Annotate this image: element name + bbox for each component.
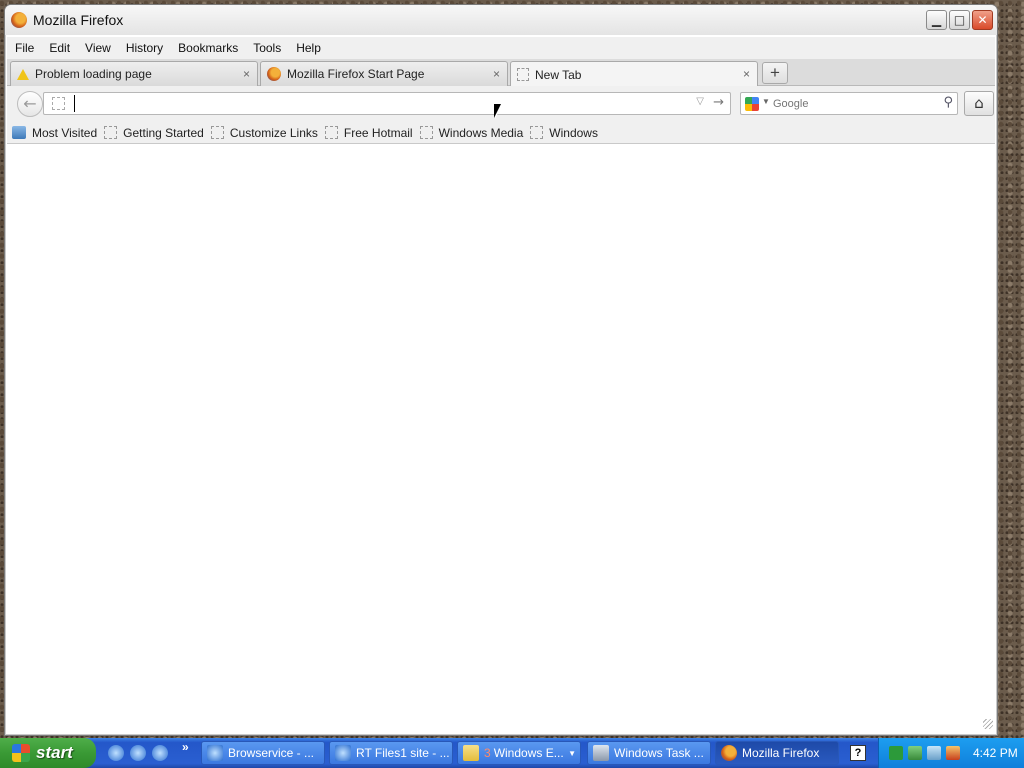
clock[interactable]: 4:42 PM [973, 746, 1018, 760]
minimize-button[interactable]: ▁ [926, 10, 947, 30]
search-input[interactable] [773, 96, 933, 112]
task-label: Mozilla Firefox [742, 746, 820, 760]
menu-bar: File Edit View History Bookmarks Tools H… [7, 37, 995, 59]
group-dropdown-icon: ▼ [568, 748, 576, 758]
phone-icon[interactable] [927, 746, 941, 760]
navigation-bar: ▽ → ← ▼ ⚲ ⌂ [7, 86, 995, 122]
taskbar-item-windows-explorer-group[interactable]: 3 Windows E... ▼ [457, 741, 581, 765]
close-window-button[interactable]: ✕ [972, 10, 993, 30]
bookmark-label: Free Hotmail [343, 125, 413, 140]
new-tab-button[interactable]: + [762, 62, 788, 84]
taskbar-item-browservice[interactable]: Browservice - ... [201, 741, 325, 765]
bookmark-label: Customize Links [229, 125, 318, 140]
bookmark-windows-media[interactable]: Windows Media [419, 125, 524, 140]
system-tray: 4:42 PM [878, 738, 1024, 768]
bookmark-label: Windows Media [438, 125, 524, 140]
url-history-dropdown-icon[interactable]: ▽ [696, 96, 704, 107]
tab-label: Mozilla Firefox Start Page [287, 67, 425, 81]
page-content[interactable] [7, 145, 995, 731]
mouse-cursor-icon [494, 104, 501, 118]
taskbar-item-firefox[interactable]: Mozilla Firefox [715, 741, 839, 765]
bookmark-most-visited[interactable]: Most Visited [12, 126, 97, 140]
tab-new-tab[interactable]: New Tab × [510, 61, 758, 87]
close-tab-icon[interactable]: × [243, 67, 250, 81]
menu-edit[interactable]: Edit [49, 41, 70, 55]
ie-icon [335, 745, 351, 761]
menu-history[interactable]: History [126, 41, 163, 55]
window-controls: ▁ □ ✕ [926, 10, 993, 30]
menu-help[interactable]: Help [296, 41, 321, 55]
menu-bookmarks[interactable]: Bookmarks [178, 41, 238, 55]
url-bar[interactable]: ▽ → [43, 92, 731, 115]
ie-icon [207, 745, 223, 761]
bookmark-label: Getting Started [123, 125, 204, 140]
media-player-icon[interactable] [152, 745, 168, 761]
windows-logo-icon [12, 744, 30, 762]
most-visited-icon [12, 126, 26, 139]
bookmark-customize-links[interactable]: Customize Links [210, 125, 318, 140]
google-icon[interactable] [745, 97, 759, 111]
firefox-window: Mozilla Firefox ▁ □ ✕ File Edit View His… [4, 4, 998, 736]
home-button[interactable]: ⌂ [964, 91, 994, 116]
url-input[interactable] [74, 95, 684, 112]
site-identity-icon[interactable] [52, 97, 65, 110]
bookmark-page-icon [104, 126, 118, 139]
close-tab-icon[interactable]: × [743, 67, 750, 81]
window-title: Mozilla Firefox [33, 12, 124, 28]
start-button[interactable]: start [0, 738, 96, 768]
firefox-icon [267, 67, 281, 81]
show-desktop-icon[interactable] [130, 745, 146, 761]
magnifier-icon[interactable]: ⚲ [943, 95, 953, 110]
resize-grip-icon[interactable] [983, 719, 993, 729]
tab-label: New Tab [535, 67, 582, 82]
bookmark-getting-started[interactable]: Getting Started [104, 126, 204, 140]
bookmark-label: Windows [549, 125, 598, 140]
bookmark-page-icon [530, 126, 544, 139]
close-tab-icon[interactable]: × [493, 67, 500, 81]
firefox-icon [11, 12, 27, 28]
search-bar[interactable]: ▼ ⚲ [740, 92, 958, 115]
security-alert-icon[interactable] [946, 746, 960, 760]
status-indicator-icon[interactable] [889, 746, 903, 760]
taskbar-item-task-manager[interactable]: Windows Task ... [587, 741, 711, 765]
bookmark-windows[interactable]: Windows [530, 126, 598, 140]
task-label: Windows Task ... [614, 746, 704, 760]
start-label: start [36, 743, 73, 762]
engine-dropdown-icon[interactable]: ▼ [762, 97, 770, 106]
taskbar-item-rt-files[interactable]: RT Files1 site - ... [329, 741, 453, 765]
maximize-button[interactable]: □ [949, 10, 970, 30]
bookmark-page-icon [210, 126, 224, 139]
quick-launch-overflow-icon[interactable]: » [182, 740, 189, 754]
task-label: RT Files1 site - ... [356, 746, 450, 760]
quick-launch [108, 745, 168, 761]
task-label: Browservice - ... [228, 746, 315, 760]
bookmarks-toolbar: Most Visited Getting Started Customize L… [7, 122, 995, 144]
tab-bar: Problem loading page × Mozilla Firefox S… [7, 59, 995, 87]
help-icon[interactable]: ? [850, 745, 866, 761]
taskbar: start » Browservice - ... RT Files1 site… [0, 738, 1024, 768]
network-icon[interactable] [908, 746, 922, 760]
bookmark-label: Most Visited [32, 125, 98, 140]
menu-view[interactable]: View [85, 41, 111, 55]
back-button[interactable]: ← [17, 91, 43, 117]
bookmark-page-icon [324, 126, 338, 139]
tab-label: Problem loading page [35, 67, 152, 81]
menu-file[interactable]: File [15, 41, 34, 55]
group-count: 3 [484, 746, 491, 760]
blank-page-icon [517, 68, 529, 81]
title-bar[interactable]: Mozilla Firefox ▁ □ ✕ [5, 5, 997, 35]
firefox-icon [721, 745, 737, 761]
go-arrow-icon[interactable]: → [713, 95, 724, 110]
tab-firefox-start-page[interactable]: Mozilla Firefox Start Page × [260, 61, 508, 86]
task-label: Windows E... [493, 746, 564, 760]
folder-icon [463, 745, 479, 761]
ie-icon[interactable] [108, 745, 124, 761]
bookmark-free-hotmail[interactable]: Free Hotmail [324, 125, 413, 140]
menu-tools[interactable]: Tools [253, 41, 281, 55]
tab-problem-loading-page[interactable]: Problem loading page × [10, 61, 258, 86]
task-manager-icon [593, 745, 609, 761]
warning-icon [17, 68, 29, 80]
bookmark-page-icon [419, 126, 433, 139]
